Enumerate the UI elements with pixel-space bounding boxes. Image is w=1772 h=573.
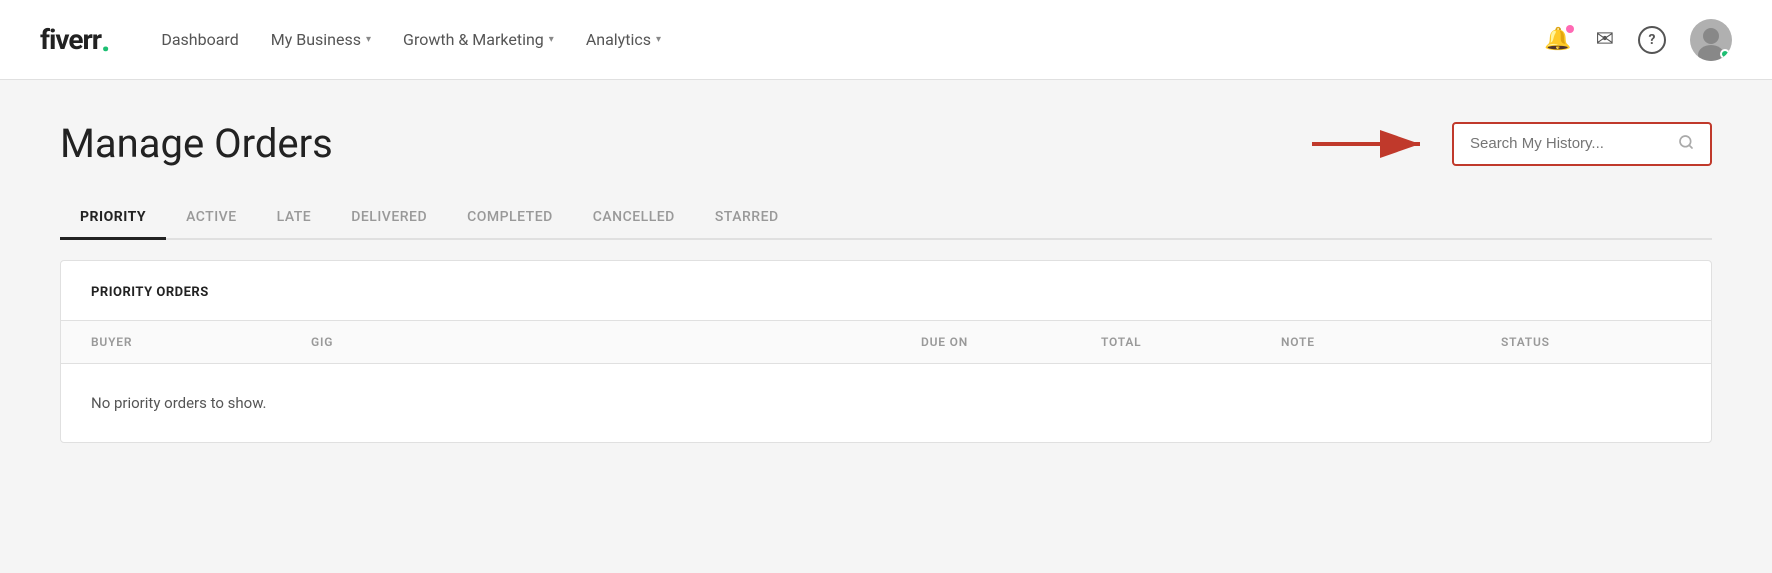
tab-starred[interactable]: STARRED bbox=[695, 197, 799, 240]
nav-analytics-label: Analytics bbox=[586, 30, 651, 49]
col-note: NOTE bbox=[1281, 335, 1501, 349]
arrow-indicator bbox=[1312, 124, 1432, 164]
messages-button[interactable]: ✉ bbox=[1596, 27, 1614, 52]
nav-my-business[interactable]: My Business ▾ bbox=[259, 22, 383, 57]
page-title: Manage Orders bbox=[60, 120, 333, 167]
search-input[interactable] bbox=[1470, 135, 1670, 152]
search-icon bbox=[1678, 134, 1694, 154]
avatar[interactable] bbox=[1690, 19, 1732, 61]
chevron-down-icon: ▾ bbox=[366, 34, 371, 45]
notification-dot bbox=[1566, 25, 1574, 33]
nav-growth-marketing[interactable]: Growth & Marketing ▾ bbox=[391, 22, 566, 57]
help-icon: ? bbox=[1638, 26, 1666, 54]
tab-active[interactable]: ACTIVE bbox=[166, 197, 257, 240]
chevron-down-icon: ▾ bbox=[656, 34, 661, 45]
mail-icon: ✉ bbox=[1596, 27, 1614, 52]
arrow-icon bbox=[1312, 124, 1432, 164]
nav-analytics[interactable]: Analytics ▾ bbox=[574, 22, 673, 57]
search-area bbox=[1312, 122, 1712, 166]
notifications-button[interactable]: 🔔 bbox=[1544, 27, 1571, 52]
navbar: fiverr. Dashboard My Business ▾ Growth &… bbox=[0, 0, 1772, 80]
nav-dashboard[interactable]: Dashboard bbox=[149, 22, 250, 57]
col-total: TOTAL bbox=[1101, 335, 1281, 349]
col-due-on: DUE ON bbox=[921, 335, 1101, 349]
tab-completed[interactable]: COMPLETED bbox=[447, 197, 573, 240]
col-gig: GIG bbox=[311, 335, 921, 349]
nav-my-business-label: My Business bbox=[271, 30, 361, 49]
tab-cancelled[interactable]: CANCELLED bbox=[573, 197, 695, 240]
logo[interactable]: fiverr. bbox=[40, 21, 109, 59]
navbar-right: 🔔 ✉ ? bbox=[1544, 19, 1732, 61]
table-section-header: PRIORITY ORDERS bbox=[61, 261, 1711, 321]
chevron-down-icon: ▾ bbox=[549, 34, 554, 45]
nav-growth-marketing-label: Growth & Marketing bbox=[403, 30, 544, 49]
logo-text: fiverr bbox=[40, 23, 101, 56]
search-box[interactable] bbox=[1452, 122, 1712, 166]
table-section: PRIORITY ORDERS BUYER GIG DUE ON TOTAL N… bbox=[60, 260, 1712, 443]
tab-priority[interactable]: PRIORITY bbox=[60, 197, 166, 240]
col-status: STATUS bbox=[1501, 335, 1681, 349]
table-empty-message: No priority orders to show. bbox=[61, 364, 1711, 442]
tab-late[interactable]: LATE bbox=[257, 197, 332, 240]
nav-links: Dashboard My Business ▾ Growth & Marketi… bbox=[149, 22, 673, 57]
nav-dashboard-label: Dashboard bbox=[161, 30, 238, 49]
online-indicator bbox=[1720, 49, 1730, 59]
help-button[interactable]: ? bbox=[1638, 26, 1666, 54]
section-title: PRIORITY ORDERS bbox=[91, 285, 209, 300]
tab-delivered[interactable]: DELIVERED bbox=[331, 197, 447, 240]
page-header: Manage Orders bbox=[60, 120, 1712, 167]
tabs-container: PRIORITY ACTIVE LATE DELIVERED COMPLETED… bbox=[60, 197, 1712, 240]
navbar-left: fiverr. Dashboard My Business ▾ Growth &… bbox=[40, 21, 1544, 59]
col-buyer: BUYER bbox=[91, 335, 311, 349]
logo-dot: . bbox=[101, 21, 109, 59]
table-columns: BUYER GIG DUE ON TOTAL NOTE STATUS bbox=[61, 321, 1711, 364]
main-content: Manage Orders bbox=[0, 80, 1772, 573]
